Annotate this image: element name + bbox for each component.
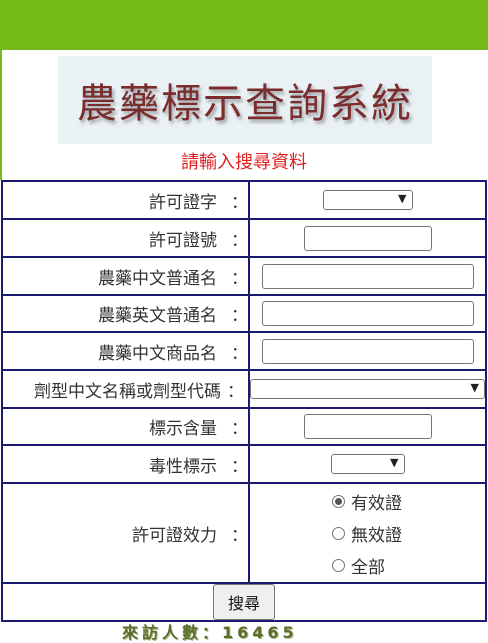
row-validity: 許可證效力 ： 有效證 無效證 全部 — [1, 482, 487, 584]
content-label: 標示含量 — [149, 419, 217, 439]
radio-invalid[interactable]: 無效證 — [250, 517, 485, 549]
cn-common-name-label: 農藥中文普通名 — [98, 268, 217, 289]
radio-unchecked-icon — [332, 526, 345, 540]
search-form: 許可證字 ： ▼ 許可證號 ： 農藥中文普通名 ： 農藥英文普通名 ： 農藥中文商品名 ： — [1, 180, 487, 622]
banner-title: 農藥標示查詢系統 — [77, 81, 413, 127]
visitor-counter-value: 16465 — [222, 623, 298, 642]
row-cn-common-name: 農藥中文普通名 ： — [1, 256, 487, 296]
row-en-common-name: 農藥英文普通名 ： — [1, 294, 487, 333]
row-content: 標示含量 ： — [1, 407, 487, 446]
colon: ： — [231, 525, 248, 546]
license-no-label: 許可證號 — [149, 230, 217, 251]
radio-valid-label: 有效證 — [351, 493, 402, 514]
row-toxicity: 毒性標示 ： ▼ — [1, 444, 487, 484]
formulation-select[interactable]: ▼ — [250, 379, 485, 399]
form-instruction: 請輸入搜尋資料 — [181, 152, 307, 173]
colon: ： — [231, 456, 248, 477]
chevron-down-icon: ▼ — [390, 456, 399, 469]
toxicity-label: 毒性標示 — [149, 456, 217, 477]
license-type-label: 許可證字 — [149, 192, 217, 213]
radio-valid[interactable]: 有效證 — [250, 485, 485, 517]
cn-common-name-input[interactable] — [261, 263, 474, 289]
colon: ： — [231, 192, 248, 213]
chevron-down-icon: ▼ — [470, 381, 479, 394]
visitor-counter-label: 來訪人數： — [122, 623, 223, 642]
colon: ： — [231, 419, 248, 439]
banner-logo: 農藥標示查詢系統 — [58, 56, 432, 144]
row-license-no: 許可證號 ： — [1, 218, 487, 258]
colon: ： — [231, 306, 248, 326]
row-formulation: 劑型中文名稱或劑型代碼 ： ▼ — [1, 369, 487, 409]
radio-all-label: 全部 — [351, 557, 385, 578]
formulation-label: 劑型中文名稱或劑型代碼 — [34, 381, 221, 402]
license-no-input[interactable] — [303, 225, 432, 251]
chevron-down-icon: ▼ — [398, 192, 407, 205]
content-input[interactable] — [303, 414, 432, 439]
colon: ： — [231, 230, 248, 251]
cn-product-name-input[interactable] — [261, 338, 474, 364]
cn-product-name-label: 農藥中文商品名 — [98, 343, 217, 364]
colon: ： — [227, 381, 244, 402]
validity-label: 許可證效力 — [132, 525, 217, 546]
radio-checked-icon — [332, 494, 345, 508]
radio-invalid-label: 無效證 — [351, 525, 402, 546]
en-common-name-input[interactable] — [261, 301, 474, 326]
row-cn-product-name: 農藥中文商品名 ： — [1, 331, 487, 371]
en-common-name-label: 農藥英文普通名 — [98, 306, 217, 326]
radio-all[interactable]: 全部 — [250, 549, 485, 581]
top-bar — [0, 0, 488, 50]
radio-unchecked-icon — [332, 558, 345, 572]
license-type-select[interactable]: ▼ — [322, 190, 413, 210]
visitor-counter: 來訪人數：16465 — [122, 619, 422, 643]
search-button[interactable]: 搜尋 — [212, 584, 275, 620]
row-license-type: 許可證字 ： ▼ — [1, 180, 487, 220]
colon: ： — [231, 343, 248, 364]
colon: ： — [231, 268, 248, 289]
toxicity-select[interactable]: ▼ — [330, 454, 405, 474]
row-submit: 搜尋 — [1, 582, 487, 622]
